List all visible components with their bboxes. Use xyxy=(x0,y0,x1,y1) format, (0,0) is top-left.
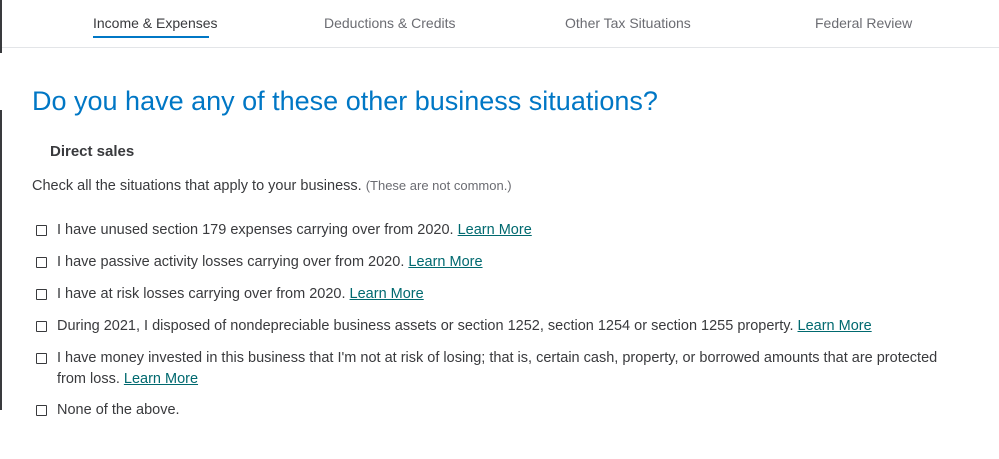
option-passive-activity-losses[interactable]: I have passive activity losses carrying … xyxy=(36,252,483,273)
option-label: During 2021, I disposed of nondepreciabl… xyxy=(57,316,872,337)
page-title: Do you have any of these other business … xyxy=(32,86,658,116)
option-label: I have passive activity losses carrying … xyxy=(57,252,483,273)
option-none-of-the-above[interactable]: None of the above. xyxy=(36,400,180,421)
tab-income-expenses[interactable]: Income & Expenses xyxy=(93,15,218,38)
option-label: None of the above. xyxy=(57,402,180,418)
checkbox[interactable] xyxy=(36,257,47,268)
instructions: Check all the situations that apply to y… xyxy=(32,178,512,194)
option-text: I have unused section 179 expenses carry… xyxy=(57,222,454,238)
learn-more-link[interactable]: Learn More xyxy=(124,371,198,387)
option-label: I have at risk losses carrying over from… xyxy=(57,284,424,305)
checkbox[interactable] xyxy=(36,405,47,416)
option-section-179-carryover[interactable]: I have unused section 179 expenses carry… xyxy=(36,220,532,241)
checkbox[interactable] xyxy=(36,225,47,236)
instructions-text: Check all the situations that apply to y… xyxy=(32,178,362,194)
option-text: During 2021, I disposed of nondepreciabl… xyxy=(57,318,794,334)
learn-more-link[interactable]: Learn More xyxy=(408,254,482,270)
option-text: I have at risk losses carrying over from… xyxy=(57,286,346,302)
instructions-note: (These are not common.) xyxy=(365,178,512,193)
tab-federal-review[interactable]: Federal Review xyxy=(815,15,912,31)
option-not-at-risk-investment[interactable]: I have money invested in this business t… xyxy=(36,348,967,390)
option-at-risk-losses[interactable]: I have at risk losses carrying over from… xyxy=(36,284,424,305)
learn-more-link[interactable]: Learn More xyxy=(798,318,872,334)
option-label: I have money invested in this business t… xyxy=(57,348,967,390)
checkbox[interactable] xyxy=(36,289,47,300)
section-title: Direct sales xyxy=(50,143,135,160)
learn-more-link[interactable]: Learn More xyxy=(350,286,424,302)
option-disposed-assets[interactable]: During 2021, I disposed of nondepreciabl… xyxy=(36,316,872,337)
tab-deductions-credits[interactable]: Deductions & Credits xyxy=(324,15,456,31)
left-edge-border xyxy=(0,110,2,410)
learn-more-link[interactable]: Learn More xyxy=(458,222,532,238)
checkbox[interactable] xyxy=(36,353,47,364)
progress-tabs: Income & Expenses Deductions & Credits O… xyxy=(2,0,999,48)
option-label: I have unused section 179 expenses carry… xyxy=(57,220,532,241)
checkbox[interactable] xyxy=(36,321,47,332)
option-text: I have passive activity losses carrying … xyxy=(57,254,405,270)
tab-other-tax-situations[interactable]: Other Tax Situations xyxy=(565,15,691,31)
page: Income & Expenses Deductions & Credits O… xyxy=(0,0,999,459)
